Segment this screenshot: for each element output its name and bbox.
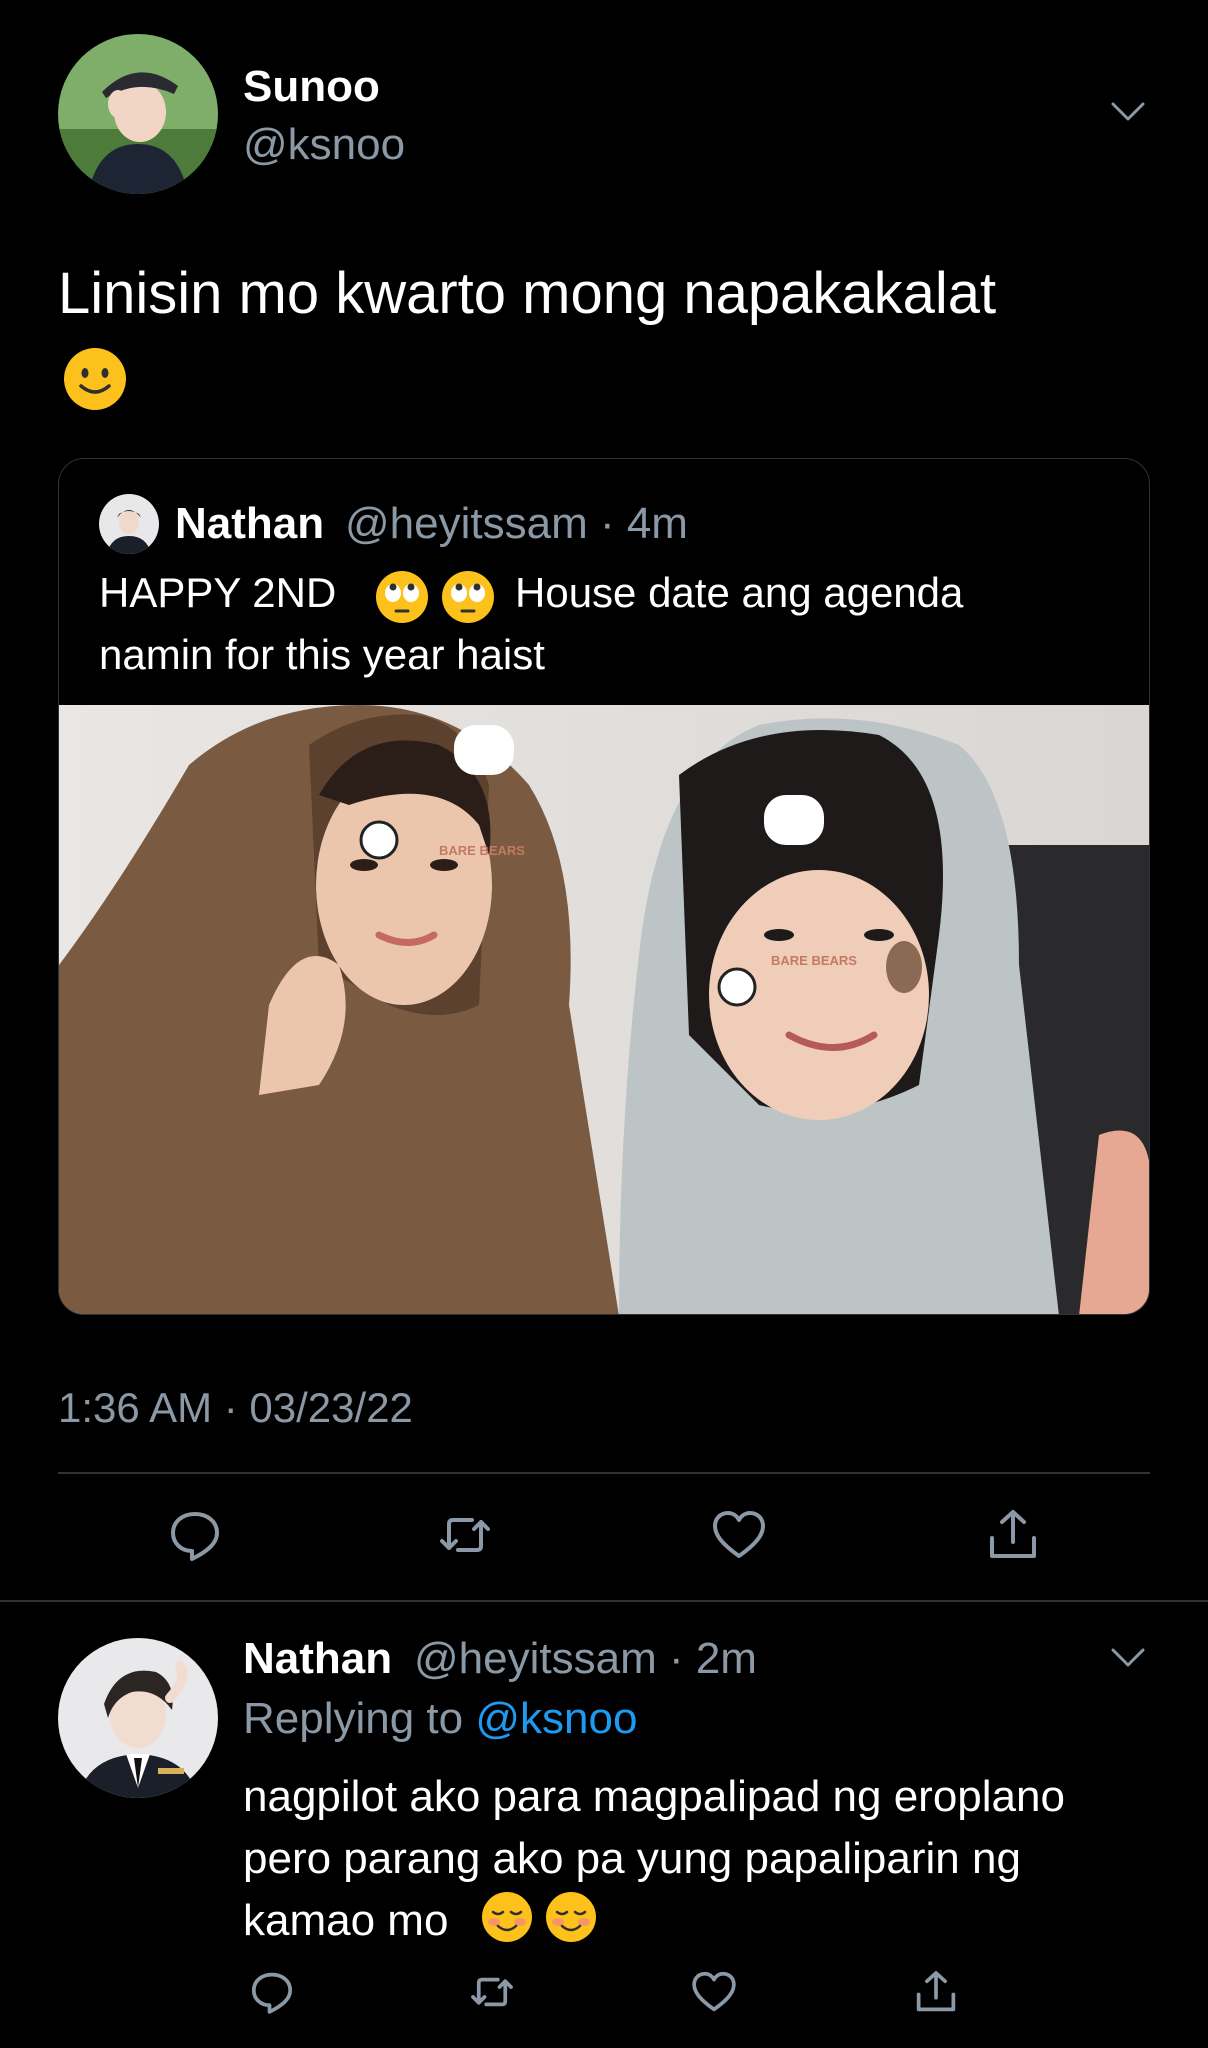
quote-avatar[interactable] xyxy=(99,494,159,554)
smiling-face-icon xyxy=(480,1890,534,1944)
replying-to: Replying to @ksnoo xyxy=(243,1694,637,1744)
share-icon[interactable] xyxy=(984,1506,1042,1564)
tweet-timestamp[interactable]: 1:36 AM · 03/23/22 xyxy=(58,1384,413,1432)
smiling-face-icon xyxy=(544,1890,598,1944)
retweet-icon[interactable] xyxy=(436,1506,494,1564)
quoted-tweet[interactable]: Nathan @heyitssam · 4m HAPPY 2ND House d… xyxy=(58,458,1150,1315)
reply-author-handle[interactable]: @heyitssam · 2m xyxy=(414,1634,757,1684)
reply-icon[interactable] xyxy=(248,1968,296,2016)
author-handle[interactable]: @ksnoo xyxy=(243,120,405,170)
quote-author-name[interactable]: Nathan xyxy=(175,499,324,549)
author-name[interactable]: Sunoo xyxy=(243,62,380,112)
rolling-eyes-icon xyxy=(374,569,430,625)
chevron-down-icon[interactable] xyxy=(1110,100,1146,124)
quote-photo[interactable]: BARE BEARS BARE BEARS xyxy=(59,705,1149,1314)
reply-author-name[interactable]: Nathan xyxy=(243,1634,392,1684)
quote-text: HAPPY 2ND xyxy=(99,569,337,616)
replying-to-handle[interactable]: @ksnoo xyxy=(475,1694,637,1743)
retweet-icon[interactable] xyxy=(468,1968,516,2016)
slightly-smiling-face-icon xyxy=(62,346,128,412)
reply-avatar[interactable] xyxy=(58,1638,218,1798)
divider xyxy=(0,1600,1208,1602)
like-icon[interactable] xyxy=(690,1968,738,2016)
avatar[interactable] xyxy=(58,34,218,194)
divider xyxy=(58,1472,1150,1474)
chevron-down-icon[interactable] xyxy=(1110,1646,1146,1670)
rolling-eyes-icon xyxy=(440,569,496,625)
replying-to-label: Replying to xyxy=(243,1694,464,1743)
quote-text-line2: namin for this year haist xyxy=(99,631,545,678)
like-icon[interactable] xyxy=(710,1506,768,1564)
reply-text: nagpilot ako para magpalipad ng eroplano… xyxy=(243,1772,1065,1945)
sticker-text: BARE BEARS xyxy=(439,843,525,858)
sticker-text: BARE BEARS xyxy=(771,953,857,968)
quote-author-handle[interactable]: @heyitssam · 4m xyxy=(345,499,688,549)
quote-text-continued: House date ang agenda xyxy=(515,569,964,616)
share-icon[interactable] xyxy=(912,1968,960,2016)
reply-icon[interactable] xyxy=(166,1506,224,1564)
tweet-text: Linisin mo kwarto mong napakakalat xyxy=(58,261,997,326)
